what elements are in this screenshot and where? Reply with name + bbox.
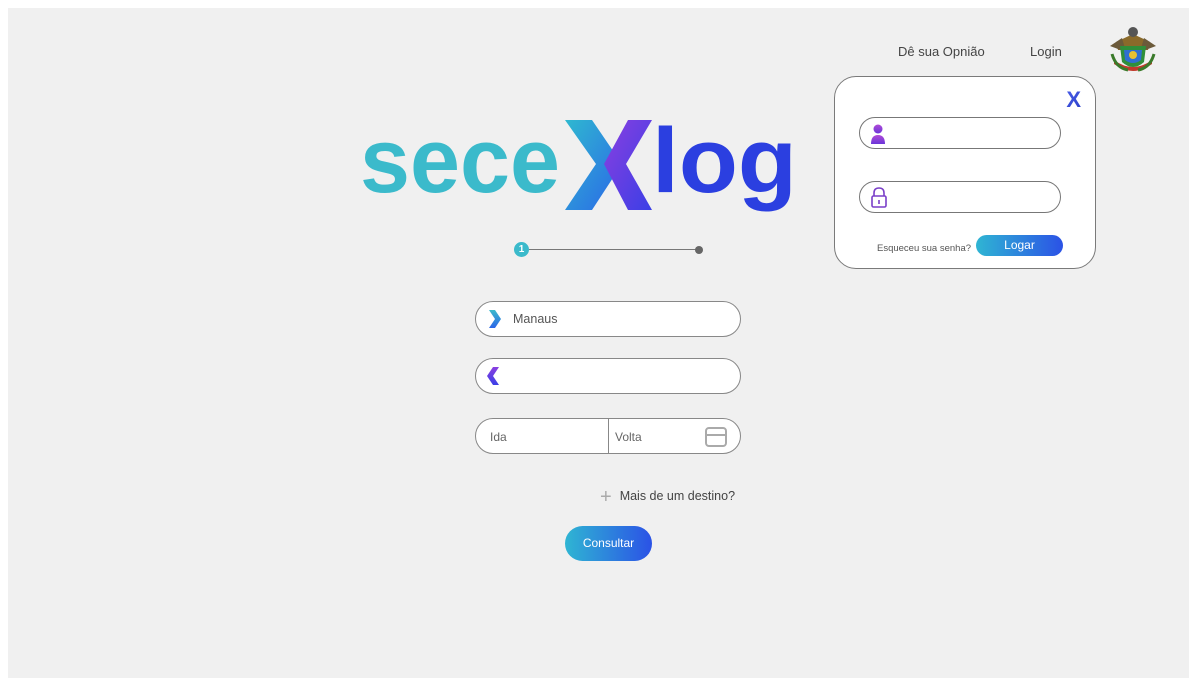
plus-icon: + — [600, 486, 612, 508]
password-field[interactable] — [859, 181, 1061, 213]
step-indicator-current: 1 — [514, 242, 529, 257]
chevron-left-icon — [487, 367, 499, 385]
calendar-icon[interactable] — [705, 427, 727, 447]
logo-text-sece: sece — [360, 112, 560, 212]
chevron-right-icon — [489, 310, 501, 328]
close-login-button[interactable]: X — [1066, 89, 1081, 111]
step-indicator-next — [695, 246, 703, 254]
origin-field[interactable]: Manaus — [475, 301, 741, 337]
destination-field[interactable] — [475, 358, 741, 394]
logo-text-log: log — [652, 112, 797, 212]
date-divider — [608, 419, 609, 453]
add-destination-link[interactable]: + Mais de um destino? — [600, 486, 735, 509]
login-submit-button[interactable]: Logar — [976, 235, 1063, 256]
secexlog-logo: sece log — [360, 112, 797, 212]
username-field[interactable] — [859, 117, 1061, 149]
nav-feedback-link[interactable]: Dê sua Opnião — [898, 44, 985, 59]
return-date-input[interactable]: Volta — [615, 430, 642, 444]
nav-login-link[interactable]: Login — [1030, 44, 1062, 59]
login-panel: X Esqueceu sua senha? Logar — [834, 76, 1096, 269]
user-icon — [871, 124, 885, 144]
state-coat-of-arms-icon — [1110, 27, 1156, 72]
departure-date-input[interactable]: Ida — [490, 430, 507, 444]
search-submit-button[interactable]: Consultar — [565, 526, 652, 561]
logo-x-mark-back — [604, 120, 652, 210]
forgot-password-link[interactable]: Esqueceu sua senha? — [877, 243, 971, 254]
lock-icon — [871, 187, 887, 208]
dates-field: Ida Volta — [475, 418, 741, 454]
add-destination-label: Mais de um destino? — [619, 489, 736, 503]
origin-value: Manaus — [513, 312, 558, 326]
step-connector — [529, 249, 699, 250]
